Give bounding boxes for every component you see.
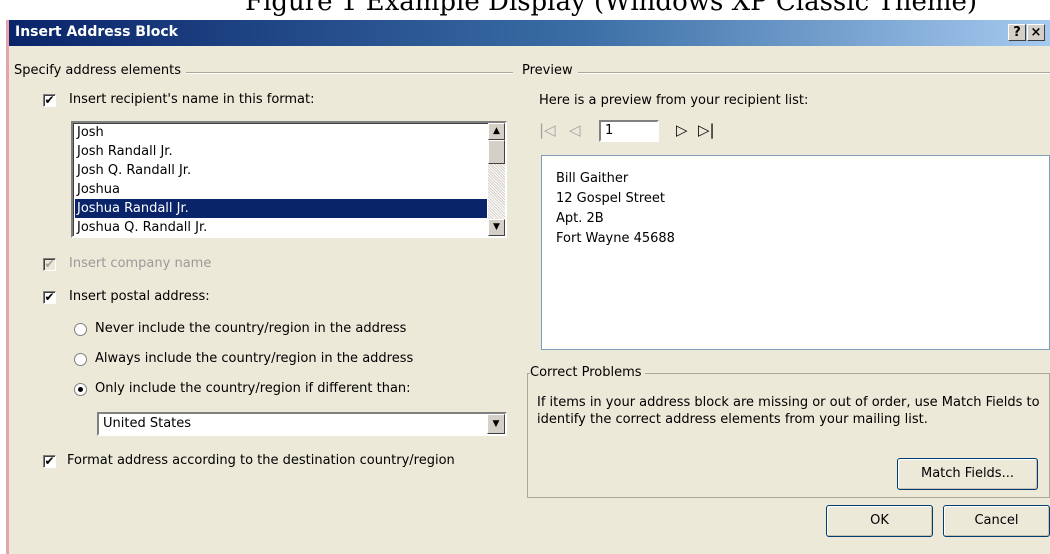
radio-always-include-country-label: Always include the country/region in the… (95, 351, 414, 366)
preview-address-line: Fort Wayne 45688 (556, 231, 675, 246)
list-item[interactable]: Joshua Q. Randall Jr. (75, 218, 487, 236)
preview-address-line: Apt. 2B (556, 211, 604, 226)
list-item-selected[interactable]: Joshua Randall Jr. (75, 199, 487, 218)
radio-never-include-country[interactable] (74, 323, 87, 336)
listbox-scrollbar[interactable]: ▲ ▼ (488, 123, 505, 236)
radio-never-include-country-label: Never include the country/region in the … (95, 321, 407, 336)
name-format-listbox[interactable]: Josh Josh Randall Jr. Josh Q. Randall Jr… (71, 121, 507, 238)
cancel-button[interactable]: Cancel (943, 505, 1050, 537)
previous-record-icon[interactable]: ◁ (569, 121, 581, 139)
dialog-title: Insert Address Block (15, 24, 178, 40)
radio-only-if-different[interactable] (74, 383, 87, 396)
chevron-down-icon[interactable]: ▼ (487, 414, 505, 434)
figure-caption: Figure 1 Example Display (Windows XP Cla… (245, 0, 978, 17)
radio-only-if-different-label: Only include the country/region if diffe… (95, 381, 411, 396)
format-address-checkbox[interactable]: ✔ (43, 455, 56, 468)
postal-address-checkbox[interactable]: ✔ (43, 291, 56, 304)
match-fields-button[interactable]: Match Fields... (897, 458, 1038, 490)
list-item[interactable]: Joshua (75, 180, 487, 199)
preview-group-label: Preview (519, 63, 578, 78)
help-button[interactable]: ? (1008, 24, 1026, 41)
country-select[interactable]: United States ▼ (97, 412, 507, 436)
list-item[interactable]: Josh Q. Randall Jr. (75, 161, 487, 180)
scroll-thumb[interactable] (488, 140, 505, 164)
elements-group-label: Specify address elements (11, 63, 187, 78)
format-address-checkbox-label: Format address according to the destinat… (67, 453, 455, 468)
list-item[interactable]: Josh (75, 123, 487, 142)
preview-group-divider (522, 72, 1050, 74)
radio-always-include-country[interactable] (74, 353, 87, 366)
list-item[interactable]: Josh Randall Jr. (75, 142, 487, 161)
insert-address-block-dialog: Insert Address Block ? × Specify address… (6, 20, 1050, 554)
company-name-checkbox[interactable]: ✔ (43, 258, 56, 271)
correct-problems-text: If items in your address block are missi… (537, 395, 1040, 427)
recipient-name-checkbox-label: Insert recipient's name in this format: (69, 92, 315, 107)
scroll-down-icon[interactable]: ▼ (488, 219, 505, 236)
caption-strip: Figure 1 Example Display (Windows XP Cla… (0, 0, 1050, 20)
country-select-value: United States (103, 416, 192, 431)
last-record-icon[interactable]: ▷| (698, 121, 715, 139)
first-record-icon[interactable]: |◁ (539, 121, 556, 139)
next-record-icon[interactable]: ▷ (676, 121, 688, 139)
preview-address-line: Bill Gaither (556, 171, 629, 186)
record-number-input[interactable]: 1 (599, 120, 659, 142)
preview-intro-text: Here is a preview from your recipient li… (539, 93, 809, 108)
title-bar: Insert Address Block ? × (9, 20, 1050, 46)
address-preview-box: Bill Gaither 12 Gospel Street Apt. 2B Fo… (541, 155, 1050, 350)
postal-address-checkbox-label: Insert postal address: (69, 289, 210, 304)
close-button[interactable]: × (1027, 24, 1045, 41)
preview-address-line: 12 Gospel Street (556, 191, 665, 206)
company-name-checkbox-label: Insert company name (69, 256, 212, 271)
scroll-up-icon[interactable]: ▲ (488, 123, 505, 140)
recipient-name-checkbox[interactable]: ✔ (43, 94, 56, 107)
correct-problems-label: Correct Problems (530, 365, 645, 380)
ok-button[interactable]: OK (826, 505, 933, 537)
